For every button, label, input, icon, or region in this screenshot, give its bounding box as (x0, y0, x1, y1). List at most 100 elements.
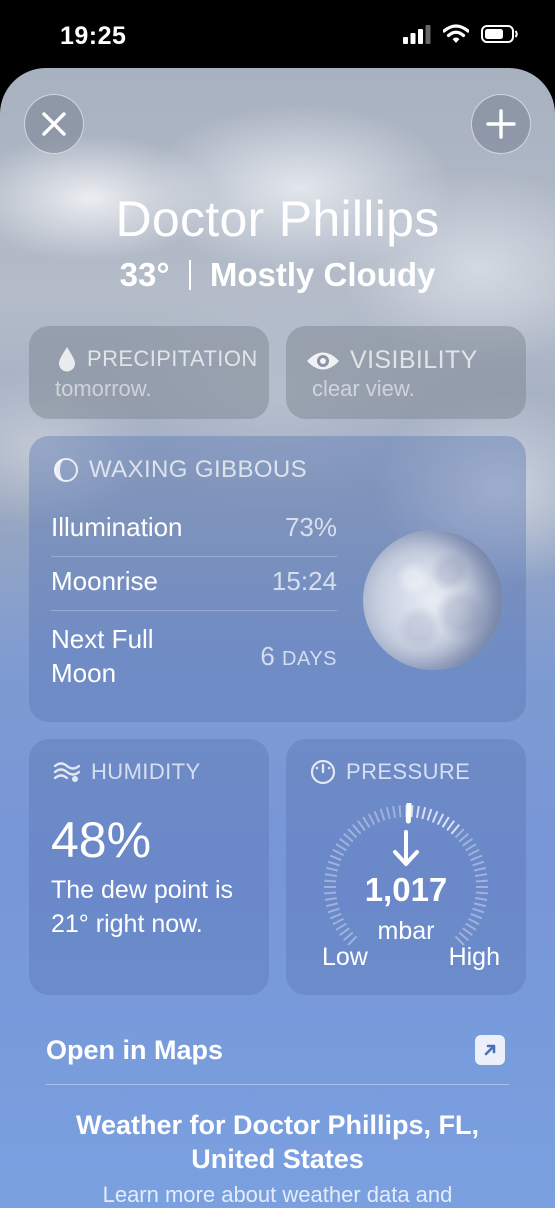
droplet-icon (59, 347, 75, 372)
moon-row-illumination: Illumination 73% (51, 512, 337, 543)
gauge-tick (329, 854, 342, 862)
gauge-tick (465, 843, 477, 852)
humidity-card[interactable]: HUMIDITY 48% The dew point is 21° right … (29, 739, 269, 995)
pressure-high-label: High (448, 943, 500, 971)
condition-text: Mostly Cloudy (209, 256, 436, 293)
gauge-icon (310, 759, 336, 785)
gauge-tick (467, 848, 480, 857)
arrow-down-icon (393, 830, 419, 866)
gauge-tick (472, 860, 485, 867)
plus-icon (486, 109, 516, 139)
weather-sheet: Doctor Phillips 33° Mostly Cloudy PRECIP… (0, 68, 555, 1208)
divider (46, 1084, 509, 1085)
gauge-tick (342, 832, 354, 843)
visibility-title: VISIBILITY (306, 346, 478, 375)
city-name: Doctor Phillips (115, 191, 440, 247)
external-link-icon (484, 1044, 496, 1056)
pressure-title: PRESSURE (310, 759, 470, 785)
pressure-label: PRESSURE (346, 759, 471, 784)
divider (188, 260, 191, 290)
moon-phase-label: WAXING GIBBOUS (89, 456, 308, 483)
humidity-description: The dew point is 21° right now. (51, 876, 234, 938)
next-full-moon-count: 6 (260, 640, 275, 671)
gauge-tick (441, 816, 450, 828)
gauge-tick (327, 907, 340, 914)
humidity-title: HUMIDITY (53, 759, 201, 785)
moon-row-value: 15:24 (271, 566, 337, 596)
moon-row-value: 73% (284, 512, 337, 542)
pressure-unit: mbar (377, 917, 435, 945)
gauge-tick (436, 813, 445, 826)
close-icon (42, 112, 66, 136)
gauge-tick (462, 837, 473, 847)
gauge-tick (410, 805, 414, 818)
gauge-tick (415, 805, 420, 819)
gauge-tick (332, 848, 345, 857)
gauge-tick (385, 807, 391, 820)
row-divider (51, 556, 337, 557)
moon-row-moonrise: Moonrise 15:24 (51, 566, 337, 597)
gauge-tick (347, 828, 358, 839)
current-conditions: 33° Mostly Cloudy (0, 256, 555, 294)
gauge-tick (446, 820, 456, 831)
moon-row-label: Next Full Moon (51, 624, 154, 688)
precipitation-title: PRECIPITATION (57, 346, 258, 372)
moon-row-next-full-moon: Next Full Moon 6 DAYS (51, 622, 337, 690)
visibility-label: VISIBILITY (350, 346, 478, 374)
moon-phase-icon (54, 458, 78, 482)
precipitation-card[interactable]: PRECIPITATION tomorrow. (29, 326, 269, 419)
gauge-tick (392, 805, 397, 819)
visibility-card[interactable]: VISIBILITY clear view. (286, 326, 526, 419)
gauge-tick (431, 810, 439, 823)
status-time: 19:25 (60, 22, 127, 50)
moon-row-label: Illumination (51, 512, 183, 542)
external-link-button[interactable] (475, 1035, 505, 1065)
gauge-tick (421, 807, 427, 820)
open-in-maps-row[interactable]: Open in Maps (46, 1030, 505, 1070)
gauge-tick (450, 823, 461, 835)
gauge-tick (356, 820, 366, 831)
gauge-tick (367, 813, 376, 826)
status-icons (403, 24, 519, 44)
moon-row-value: 6 DAYS (260, 641, 337, 672)
next-full-moon-unit: DAYS (282, 647, 337, 670)
open-in-maps-link[interactable]: Open in Maps (46, 1035, 223, 1066)
gauge-tick (472, 907, 485, 914)
gauge-tick (373, 810, 381, 823)
humidity-label: HUMIDITY (91, 759, 201, 784)
row-divider (51, 610, 337, 611)
add-button[interactable] (471, 94, 531, 154)
weather-attribution-title: Weather for Doctor Phillips, FL, United … (75, 1110, 480, 1174)
gauge-indicator (405, 803, 412, 824)
gauge-tick (470, 854, 483, 862)
humidity-value: 48% (51, 812, 152, 868)
weather-attribution-link[interactable]: Learn more about weather data and (40, 1182, 515, 1208)
moon-row-label: Moonrise (51, 566, 158, 596)
pressure-card[interactable]: PRESSURE 1,017 mbar Low High (286, 739, 526, 995)
moon-title: WAXING GIBBOUS (53, 456, 307, 484)
gauge-tick (426, 808, 433, 821)
moon-image (363, 530, 503, 670)
humidity-icon (53, 762, 81, 782)
gauge-tick (454, 828, 465, 839)
current-temperature: 33° (119, 256, 170, 293)
gauge-tick (335, 843, 347, 852)
moon-card[interactable]: WAXING GIBBOUS Illumination 73% Moonrise… (29, 436, 526, 722)
signal-icon (403, 25, 431, 44)
precipitation-summary: tomorrow. (55, 376, 152, 401)
gauge-tick (327, 860, 340, 867)
pressure-low-label: Low (322, 943, 368, 971)
close-button[interactable] (24, 94, 84, 154)
gauge-tick (362, 816, 371, 828)
gauge-tick (379, 808, 386, 821)
gauge-tick (339, 837, 350, 847)
eye-icon (307, 352, 339, 369)
visibility-summary: clear view. (312, 376, 415, 401)
gauge-tick (351, 823, 362, 835)
gauge-tick (458, 832, 470, 843)
precipitation-label: PRECIPITATION (87, 346, 258, 371)
pressure-value: 1,017 (364, 871, 448, 908)
status-bar: 19:25 (0, 0, 555, 70)
wifi-icon (443, 24, 469, 43)
gauge-tick (398, 805, 402, 818)
